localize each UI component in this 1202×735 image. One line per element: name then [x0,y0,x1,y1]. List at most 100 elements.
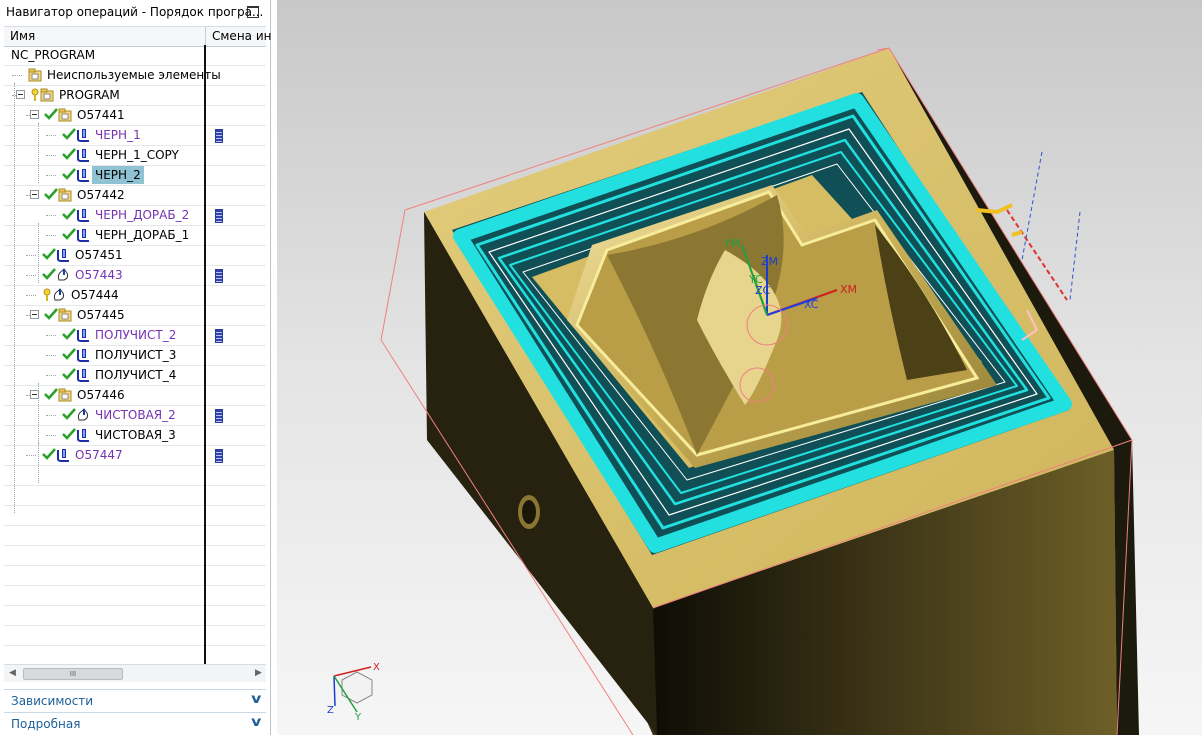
tree-guide-line [38,123,39,183]
label-xc: XC [804,298,819,311]
tree-row[interactable]: O57447 [4,445,266,466]
operation-icon [76,428,91,442]
tree-connector [26,455,36,456]
tree-row-label[interactable]: O57441 [74,106,128,124]
panel-details-label: Подробная [11,717,81,731]
tree-row[interactable]: ЧЕРН_ДОРАБ_1 [4,225,266,246]
triad-z-label: Z [327,705,334,716]
check-icon [62,148,77,162]
tree-row[interactable]: ЧЕРН_2 [4,165,266,186]
tree-connector [26,275,36,276]
tree-row-label[interactable]: PROGRAM [56,86,123,104]
operation-tree: NC_PROGRAM Неиспользуемые элементы PROGRAM… [4,45,266,665]
tree-row[interactable]: ЧЕРН_ДОРАБ_2 [4,205,266,226]
navigator-title-bar: Навигатор операций - Порядок програ... [0,0,270,24]
panel-details[interactable]: Подробная v [4,712,266,735]
operation-icon [56,448,71,462]
tree-connector [46,175,56,176]
tree-row[interactable]: O57444 [4,285,266,306]
tree-connector [46,155,56,156]
chevron-down-icon[interactable]: v [251,692,261,707]
scroll-left-icon[interactable]: ◀ [9,668,16,678]
tree-row[interactable]: O57442 [4,185,266,206]
tree-row-empty [4,545,266,566]
check-icon [44,108,59,122]
collapse-toggle-icon[interactable] [30,110,39,119]
check-icon [62,368,77,382]
tree-connector [46,215,56,216]
tree-row-label[interactable]: ЧЕРН_2 [92,166,144,184]
program-group-icon [58,308,73,322]
tree-row[interactable]: ЧЕРН_1 [4,125,266,146]
collapse-toggle-icon[interactable] [30,310,39,319]
tree-row-empty [4,605,266,626]
tree-connector [46,375,56,376]
column-tool-change-header[interactable]: Смена ин [212,29,271,43]
graphics-viewport[interactable]: YM ZM XM YC ZC XC X Y Z [277,0,1202,735]
tree-row-label[interactable]: ЧЕРН_ДОРАБ_2 [92,206,192,224]
tool-change-icon [215,409,223,423]
tree-row-label[interactable]: ПОЛУЧИСТ_4 [92,366,179,384]
check-icon [42,248,57,262]
tree-row-label[interactable]: ЧЕРН_1_COPY [92,146,182,164]
tool-change-icon [215,269,223,283]
tree-row[interactable]: O57445 [4,305,266,326]
program-group-icon [58,188,73,202]
tree-row-label[interactable]: ЧИСТОВАЯ_2 [92,406,179,424]
tree-row-label[interactable]: NC_PROGRAM [8,46,98,64]
tree-row-label[interactable]: O57451 [72,246,126,264]
tree-row[interactable]: ЧИСТОВАЯ_2 [4,405,266,426]
tree-column-header: Имя Смена ин [4,26,271,47]
tree-row-label[interactable]: O57445 [74,306,128,324]
tree-row-label[interactable]: O57446 [74,386,128,404]
check-icon [44,188,59,202]
tree-row[interactable]: O57451 [4,245,266,266]
tree-row[interactable]: O57441 [4,105,266,126]
tree-connector [46,415,56,416]
tree-row-label[interactable]: O57443 [72,266,126,284]
scrollbar-thumb[interactable]: III [23,668,123,680]
collapse-toggle-icon[interactable] [16,90,25,99]
scroll-right-icon[interactable]: ▶ [255,668,262,678]
tree-row[interactable]: ПОЛУЧИСТ_2 [4,325,266,346]
check-icon [62,408,77,422]
tree-row-label[interactable]: ЧЕРН_ДОРАБ_1 [92,226,192,244]
tree-row-label[interactable]: O57442 [74,186,128,204]
tree-row[interactable]: ЧИСТОВАЯ_3 [4,425,266,446]
tree-row[interactable]: O57443 [4,265,266,286]
tool-change-icon [215,449,223,463]
operation-icon [76,328,91,342]
tree-row[interactable]: O57446 [4,385,266,406]
column-separator[interactable] [205,27,206,46]
program-group-icon [58,388,73,402]
column-divider-line [204,45,206,665]
tree-row[interactable]: ПОЛУЧИСТ_4 [4,365,266,386]
tool-change-icon [215,129,223,143]
tree-row-label[interactable]: ЧЕРН_1 [92,126,144,144]
maximize-icon[interactable] [247,6,259,18]
tree-connector [12,75,22,76]
tree-row-label[interactable]: O57444 [68,286,122,304]
tree-row-empty [4,485,266,506]
tree-row[interactable]: Неиспользуемые элементы [4,65,266,86]
tree-row[interactable]: PROGRAM [4,85,266,106]
horizontal-scrollbar[interactable]: ◀ III ▶ [4,664,266,682]
operation-icon [52,288,67,302]
operation-icon [76,228,91,242]
tree-row-label[interactable]: ЧИСТОВАЯ_3 [92,426,179,444]
tree-row[interactable]: NC_PROGRAM [4,45,266,66]
triad-x-label: X [373,662,380,673]
tree-row-empty [4,625,266,646]
check-icon [62,428,77,442]
tree-row-label[interactable]: ПОЛУЧИСТ_2 [92,326,179,344]
panel-dependencies[interactable]: Зависимости v [4,689,266,712]
tree-row[interactable]: ПОЛУЧИСТ_3 [4,345,266,366]
column-name-header[interactable]: Имя [10,29,35,43]
tree-row[interactable]: ЧЕРН_1_COPY [4,145,266,166]
tree-row-label[interactable]: ПОЛУЧИСТ_3 [92,346,179,364]
chevron-down-icon[interactable]: v [251,715,261,730]
tree-row-label[interactable]: Неиспользуемые элементы [44,66,224,84]
tree-row-label[interactable]: O57447 [72,446,126,464]
operation-icon [76,168,91,182]
collapse-toggle-icon[interactable] [30,190,39,199]
